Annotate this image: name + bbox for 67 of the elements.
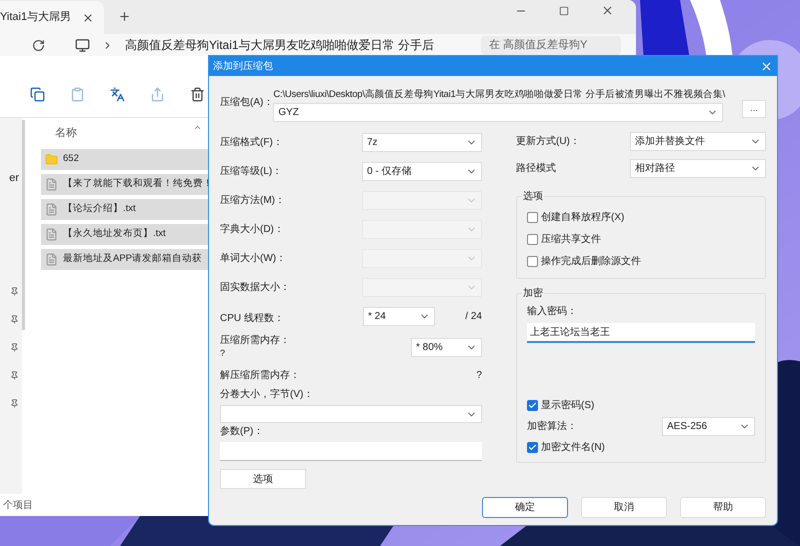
options-button[interactable]: 选项 [220, 469, 306, 490]
field-label: 输入密码： [526, 304, 578, 320]
field-label: 压缩所需内存： [220, 335, 290, 348]
pin-icon [10, 342, 19, 352]
checkbox-label: 加密文件名(N) [540, 440, 605, 455]
field-label: 路径模式 [516, 162, 556, 176]
new-tab-icon[interactable] [118, 10, 131, 23]
field-label: 固实数据大小： [220, 280, 290, 296]
dropdown[interactable]: GYZ [273, 103, 724, 122]
password-field[interactable]: 上老王论坛当老王 [526, 323, 755, 344]
checkbox[interactable] [526, 212, 538, 223]
field-label: 解压缩所需内存： [220, 368, 300, 383]
checkbox[interactable] [526, 234, 538, 245]
checkbox[interactable] [526, 256, 538, 267]
window-title: 添加到压缩包 [213, 60, 273, 74]
computer-icon[interactable] [75, 38, 90, 52]
checkbox-label: 压缩共享文件 [540, 232, 601, 247]
dialog-button[interactable]: 帮助 [680, 497, 766, 518]
file-icon [45, 253, 58, 266]
file-icon [45, 178, 58, 191]
checkbox[interactable] [526, 400, 538, 411]
dropdown[interactable]: * 80% [410, 338, 482, 357]
field-label: 压缩包(A)： [220, 96, 274, 110]
address-path[interactable]: 高颜值反差母狗Yitai1与大屌男友吃鸡啪啪做爱日常 分手后 [125, 36, 455, 54]
close-icon[interactable] [601, 4, 614, 17]
close-icon[interactable] [82, 12, 94, 24]
memory-value: ? [476, 368, 482, 383]
file-icon [45, 203, 58, 216]
dropdown[interactable]: 7z [362, 133, 482, 152]
folder-icon [45, 153, 58, 166]
search-field[interactable]: 在 高颜值反差母狗Y [481, 36, 621, 54]
dropdown[interactable]: AES-256 [662, 416, 755, 436]
pin-icon [10, 398, 19, 408]
copy-icon[interactable] [30, 87, 45, 102]
thread-count: / 24 [465, 310, 482, 324]
maximize-icon[interactable] [559, 6, 569, 16]
field-label: 压缩格式(F)： [220, 136, 283, 150]
field-label: 加密算法： [526, 420, 577, 434]
checkbox[interactable] [526, 442, 538, 453]
checkbox-label: 创建自释放程序(X) [540, 210, 624, 225]
browse-button[interactable]: ... [742, 100, 766, 118]
memory-value: ? [220, 347, 226, 360]
archive-path: C:\Users\liuxi\Desktop\高颜值反差母狗Yitai1与大屌男友吃鸡啪啪做爱日常 分手后被渣男曝出不雅视频合集\ [273, 88, 726, 102]
checkbox-label: 显示密码(S) [540, 398, 594, 413]
sidebar-item[interactable]: er [9, 170, 19, 186]
dialog-button[interactable]: 取消 [581, 497, 667, 518]
refresh-icon[interactable] [32, 38, 45, 52]
checkbox-label: 操作完成后删除源文件 [540, 254, 641, 269]
field-label: 分卷大小，字节(V)： [220, 388, 314, 402]
dropdown[interactable]: * 24 [363, 307, 435, 326]
file-icon [45, 228, 58, 241]
input-field[interactable] [220, 442, 482, 461]
field-label: 参数(P)： [220, 424, 264, 439]
pin-icon [10, 370, 19, 380]
pin-icon [10, 314, 19, 324]
clipboard-icon[interactable] [70, 87, 85, 102]
trash-icon[interactable] [190, 87, 205, 102]
dropdown[interactable]: 添加并替换文件 [630, 132, 766, 152]
field-label: 更新方式(U)： [516, 134, 580, 150]
status-text: 个项目 [3, 498, 33, 512]
dropdown[interactable]: 0 - 仅存储 [362, 162, 482, 182]
dropdown[interactable]: 相对路径 [630, 159, 766, 178]
column-header[interactable]: 名称 [55, 124, 77, 142]
pin-icon [10, 286, 19, 296]
dialog-button[interactable]: 确定 [482, 497, 568, 518]
browser-tab[interactable]: Yitai1与大屌男 [0, 1, 104, 34]
field-label: CPU 线程数： [220, 312, 284, 324]
